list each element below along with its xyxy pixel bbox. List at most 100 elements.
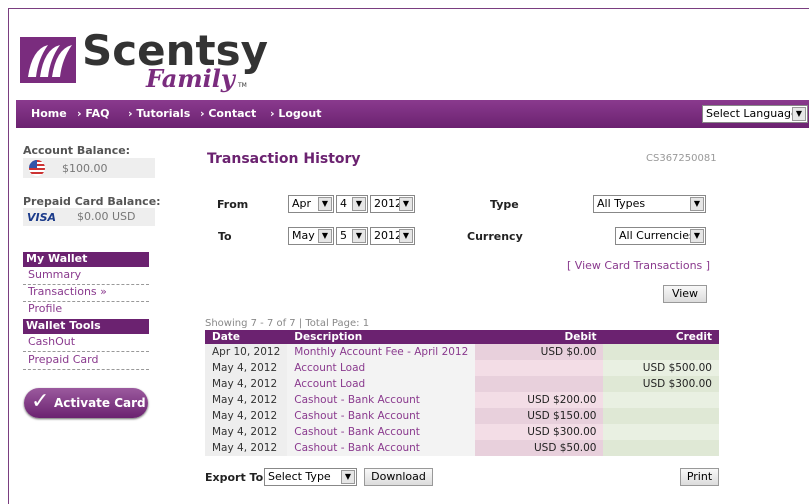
cell-credit xyxy=(603,424,719,440)
nav-tutorials[interactable]: › Tutorials xyxy=(128,107,190,120)
account-id: CS367250081 xyxy=(646,153,717,164)
nav-logout[interactable]: › Logout xyxy=(270,107,321,120)
chevron-down-icon: ▼ xyxy=(690,229,704,243)
currency-select[interactable]: All Currencies ▼ xyxy=(615,227,706,245)
table-row: May 4, 2012 Cashout - Bank Account USD $15… xyxy=(205,408,719,424)
account-balance-label: Account Balance: xyxy=(23,144,131,157)
table-header-row: Date Description Debit Credit xyxy=(205,330,719,344)
checkmark-icon: ✓ xyxy=(31,389,50,414)
view-card-transactions-link[interactable]: [ View Card Transactions ] xyxy=(567,259,710,272)
cell-date: May 4, 2012 xyxy=(205,360,288,376)
to-year-value: 2012 xyxy=(374,229,402,242)
cell-desc[interactable]: Cashout - Bank Account xyxy=(287,392,476,408)
cell-credit: USD $300.00 xyxy=(603,376,719,392)
logo-trademark: TM xyxy=(238,82,247,89)
language-select-value: Select Language xyxy=(706,107,798,120)
cell-debit xyxy=(475,360,604,376)
to-month-select[interactable]: May ▼ xyxy=(288,227,334,245)
view-button[interactable]: View xyxy=(663,285,707,303)
export-type-value: Select Type xyxy=(268,470,331,483)
col-credit: Credit xyxy=(603,330,719,344)
cell-desc[interactable]: Cashout - Bank Account xyxy=(287,408,476,424)
table-row: May 4, 2012 Cashout - Bank Account USD $20… xyxy=(205,392,719,408)
to-day-select[interactable]: 5 ▼ xyxy=(336,227,368,245)
chevron-down-icon: ▼ xyxy=(690,197,704,211)
wallet-tools-heading: Wallet Tools xyxy=(23,319,149,334)
export-label: Export To xyxy=(205,471,264,484)
cell-credit: USD $500.00 xyxy=(603,360,719,376)
cell-date: May 4, 2012 xyxy=(205,392,288,408)
currency-label: Currency xyxy=(467,230,523,243)
sidebar-item-transactions[interactable]: Transactions » xyxy=(23,285,149,302)
us-flag-icon xyxy=(29,160,45,176)
to-month-value: May xyxy=(292,229,315,242)
table-row: May 4, 2012 Cashout - Bank Account USD $30… xyxy=(205,424,719,440)
currency-select-value: All Currencies xyxy=(619,229,695,242)
cell-credit xyxy=(603,344,719,360)
table-row: May 4, 2012 Account Load USD $500.00 xyxy=(205,360,719,376)
export-type-select[interactable]: Select Type ▼ xyxy=(264,468,357,486)
cell-debit: USD $200.00 xyxy=(475,392,604,408)
cell-debit: USD $300.00 xyxy=(475,424,604,440)
chevron-down-icon: ▼ xyxy=(318,229,332,243)
table-row: May 4, 2012 Cashout - Bank Account USD $50… xyxy=(205,440,719,456)
nav-faq[interactable]: › FAQ xyxy=(77,107,109,120)
cell-date: May 4, 2012 xyxy=(205,376,288,392)
to-label: To xyxy=(218,230,232,243)
logo[interactable]: Scentsy Family TM xyxy=(18,26,268,93)
visa-icon: VISA xyxy=(27,211,57,224)
transactions-table: Date Description Debit Credit Apr 10, 20… xyxy=(205,330,719,456)
sidebar-item-summary[interactable]: Summary xyxy=(23,268,149,285)
to-year-select[interactable]: 2012 ▼ xyxy=(370,227,415,245)
cell-desc[interactable]: Cashout - Bank Account xyxy=(287,424,476,440)
logo-subtitle: Family xyxy=(146,64,235,93)
from-month-value: Apr xyxy=(292,197,312,210)
cell-credit xyxy=(603,408,719,424)
table-row: Apr 10, 2012 Monthly Account Fee - April … xyxy=(205,344,719,360)
cell-desc[interactable]: Account Load xyxy=(287,376,476,392)
cell-debit: USD $50.00 xyxy=(475,440,604,456)
activate-card-label: Activate Card xyxy=(54,396,146,410)
type-label: Type xyxy=(490,198,519,211)
from-month-select[interactable]: Apr ▼ xyxy=(288,195,334,213)
pagination-summary: Showing 7 - 7 of 7 | Total Page: 1 xyxy=(205,318,370,329)
cell-date: May 4, 2012 xyxy=(205,424,288,440)
from-day-value: 4 xyxy=(340,197,347,210)
chevron-down-icon: ▼ xyxy=(318,197,332,211)
cell-date: May 4, 2012 xyxy=(205,440,288,456)
cell-debit: USD $150.00 xyxy=(475,408,604,424)
from-year-select[interactable]: 2012 ▼ xyxy=(370,195,415,213)
cell-date: Apr 10, 2012 xyxy=(205,344,288,360)
cell-desc[interactable]: Monthly Account Fee - April 2012 xyxy=(287,344,476,360)
sidebar-item-cashout[interactable]: CashOut xyxy=(23,335,149,352)
my-wallet-heading: My Wallet xyxy=(23,252,149,267)
cell-credit xyxy=(603,440,719,456)
cell-debit xyxy=(475,376,604,392)
logo-mark-icon xyxy=(20,37,76,83)
language-select[interactable]: Select Language ▼ xyxy=(702,105,808,123)
page-title: Transaction History xyxy=(207,151,361,167)
cell-desc[interactable]: Cashout - Bank Account xyxy=(287,440,476,456)
from-day-select[interactable]: 4 ▼ xyxy=(336,195,368,213)
print-button[interactable]: Print xyxy=(680,468,719,486)
cell-desc[interactable]: Account Load xyxy=(287,360,476,376)
cell-date: May 4, 2012 xyxy=(205,408,288,424)
nav-home[interactable]: Home xyxy=(31,107,67,120)
chevron-down-icon: ▼ xyxy=(352,197,366,211)
chevron-down-icon: ▼ xyxy=(792,107,806,121)
sidebar-item-profile[interactable]: Profile xyxy=(23,302,149,319)
download-button[interactable]: Download xyxy=(364,468,433,486)
activate-card-button[interactable]: ✓ Activate Card xyxy=(24,388,148,418)
to-day-value: 5 xyxy=(340,229,347,242)
type-select[interactable]: All Types ▼ xyxy=(593,195,706,213)
sidebar-item-prepaid-card[interactable]: Prepaid Card xyxy=(23,353,149,370)
chevron-down-icon: ▼ xyxy=(399,197,413,211)
nav-contact[interactable]: › Contact xyxy=(200,107,256,120)
cell-debit: USD $0.00 xyxy=(475,344,604,360)
col-description: Description xyxy=(287,330,476,344)
account-balance-value: $100.00 xyxy=(62,162,108,175)
chevron-down-icon: ▼ xyxy=(399,229,413,243)
cell-credit xyxy=(603,392,719,408)
main-nav: Home › FAQ › Tutorials › Contact › Logou… xyxy=(16,100,809,128)
type-select-value: All Types xyxy=(597,197,646,210)
